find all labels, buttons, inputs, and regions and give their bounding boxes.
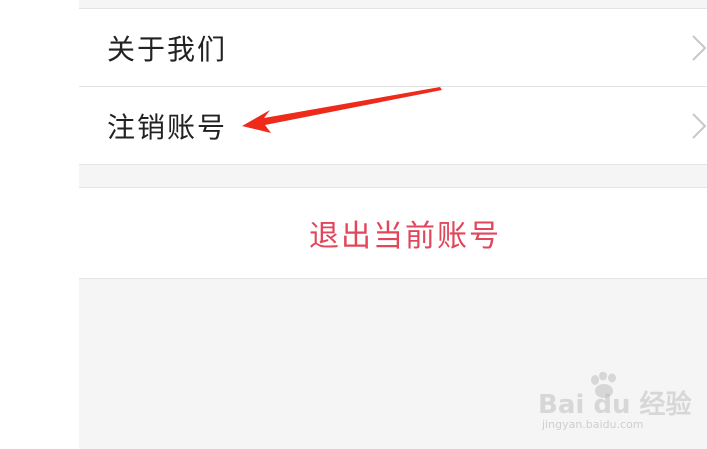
settings-item-about-us[interactable]: 关于我们 bbox=[79, 9, 707, 87]
chevron-right-icon bbox=[692, 34, 707, 61]
settings-list: 关于我们 注销账号 bbox=[79, 8, 707, 165]
settings-item-label: 注销账号 bbox=[107, 110, 228, 144]
logout-label: 退出当前账号 bbox=[309, 219, 501, 254]
chevron-right-icon bbox=[692, 112, 707, 139]
settings-item-deactivate-account[interactable]: 注销账号 bbox=[79, 87, 707, 165]
watermark-url: jingyan.baidu.com bbox=[542, 418, 644, 431]
watermark-brand: Bai du 经验 bbox=[538, 390, 692, 420]
settings-item-label: 关于我们 bbox=[107, 32, 228, 66]
baidu-jingyan-watermark: Bai du 经验 jingyan.baidu.com bbox=[538, 372, 692, 438]
logout-button[interactable]: 退出当前账号 bbox=[79, 187, 707, 279]
top-spacer bbox=[79, 0, 707, 8]
